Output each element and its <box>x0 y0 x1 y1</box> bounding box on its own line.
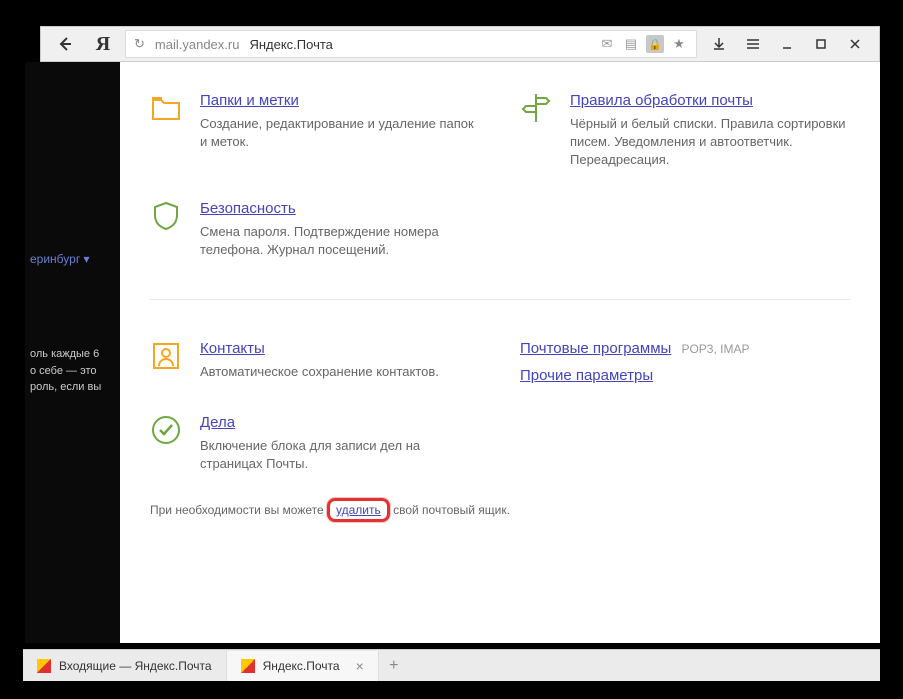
delete-note-before: При необходимости вы можете <box>150 503 327 517</box>
tab-inbox[interactable]: Входящие — Яндекс.Почта <box>23 651 227 681</box>
todo-desc: Включение блока для записи дел на страни… <box>200 437 480 473</box>
close-window-button[interactable] <box>839 30 871 58</box>
url-text: mail.yandex.ru <box>155 37 240 52</box>
setting-contacts: Контакты Автоматическое сохранение конта… <box>150 340 480 384</box>
mail-clients-link[interactable]: Почтовые программы <box>520 340 671 357</box>
divider <box>150 299 850 300</box>
new-tab-button[interactable]: + <box>379 657 409 675</box>
rules-desc: Чёрный и белый списки. Правила сортировк… <box>570 115 850 170</box>
setting-todo: Дела Включение блока для записи дел на с… <box>150 414 480 473</box>
yandex-logo-icon: Я <box>96 33 110 56</box>
settings-panel: Папки и метки Создание, редактирование и… <box>120 62 880 643</box>
mail-indicator-icon[interactable]: ✉ <box>598 35 616 53</box>
yandex-mail-favicon <box>241 659 255 673</box>
folders-link[interactable]: Папки и метки <box>200 92 299 109</box>
minimize-button[interactable] <box>771 30 803 58</box>
delete-note-after: свой почтовый ящик. <box>390 503 510 517</box>
bg-text-3: роль, если вы <box>30 379 115 396</box>
security-desc: Смена пароля. Подтверждение номера телеф… <box>200 223 480 259</box>
maximize-button[interactable] <box>805 30 837 58</box>
right-links: Почтовые программы POP3, IMAP Прочие пар… <box>520 340 850 384</box>
todo-link[interactable]: Дела <box>200 414 235 431</box>
delete-account-link[interactable]: удалить <box>327 498 390 522</box>
maximize-icon <box>815 38 827 50</box>
reload-icon[interactable]: ↻ <box>134 36 145 52</box>
setting-rules: Правила обработки почты Чёрный и белый с… <box>520 92 850 170</box>
check-circle-icon <box>150 414 182 446</box>
yandex-logo-button[interactable]: Я <box>87 30 119 58</box>
download-icon <box>712 37 726 51</box>
page-title-text: Яндекс.Почта <box>249 37 332 52</box>
reader-icon[interactable]: ▤ <box>622 35 640 53</box>
back-button[interactable] <box>49 30 81 58</box>
signpost-icon <box>520 92 552 124</box>
arrow-left-icon <box>57 36 73 52</box>
contacts-link[interactable]: Контакты <box>200 340 265 357</box>
downloads-button[interactable] <box>703 30 735 58</box>
tab-mail-settings[interactable]: Яндекс.Почта × <box>227 651 379 681</box>
folders-desc: Создание, редактирование и удаление папо… <box>200 115 480 151</box>
contact-icon <box>150 340 182 372</box>
bg-text-2: о себе — это <box>30 363 115 380</box>
setting-security: Безопасность Смена пароля. Подтверждение… <box>150 200 480 259</box>
address-bar[interactable]: ↻ mail.yandex.ru Яндекс.Почта ✉ ▤ 🔒 ★ <box>125 30 697 58</box>
close-icon <box>849 38 861 50</box>
background-left-panel: еринбург ▾ оль каждые 6 о себе — это рол… <box>25 62 120 643</box>
bg-text-1: оль каждые 6 <box>30 346 115 363</box>
delete-account-note: При необходимости вы можете удалить свой… <box>150 503 850 517</box>
shield-icon <box>150 200 182 232</box>
other-params-link[interactable]: Прочие параметры <box>520 367 653 384</box>
hamburger-icon <box>745 37 761 51</box>
mail-protocols-text: POP3, IMAP <box>681 342 749 356</box>
setting-folders: Папки и метки Создание, редактирование и… <box>150 92 480 170</box>
folder-icon <box>150 92 182 124</box>
browser-toolbar: Я ↻ mail.yandex.ru Яндекс.Почта ✉ ▤ 🔒 ★ <box>40 26 880 62</box>
bookmark-star-icon[interactable]: ★ <box>670 35 688 53</box>
menu-button[interactable] <box>737 30 769 58</box>
city-selector[interactable]: еринбург ▾ <box>30 252 115 266</box>
tab-label: Яндекс.Почта <box>263 659 340 673</box>
tab-close-button[interactable]: × <box>356 658 364 674</box>
contacts-desc: Автоматическое сохранение контактов. <box>200 363 480 381</box>
security-link[interactable]: Безопасность <box>200 200 296 217</box>
lock-icon[interactable]: 🔒 <box>646 35 664 53</box>
yandex-mail-favicon <box>37 659 51 673</box>
tab-bar: Входящие — Яндекс.Почта Яндекс.Почта × + <box>23 649 880 681</box>
minimize-icon <box>781 38 793 50</box>
tab-label: Входящие — Яндекс.Почта <box>59 659 212 673</box>
rules-link[interactable]: Правила обработки почты <box>570 92 753 109</box>
